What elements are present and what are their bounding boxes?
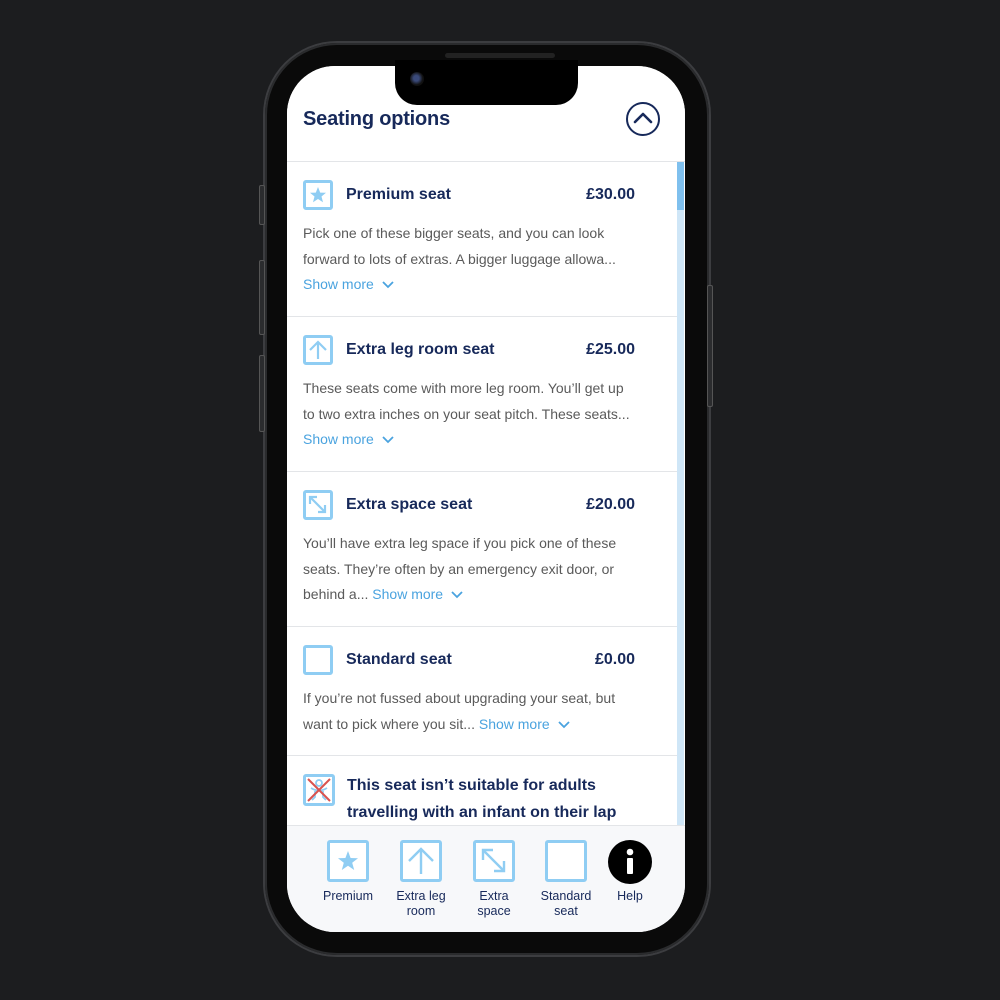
power-button: [707, 285, 713, 407]
show-more-link[interactable]: Show more: [303, 431, 394, 447]
seat-name: Extra space seat: [346, 496, 473, 513]
legend-label: Premium: [322, 889, 373, 903]
scrollbar-thumb[interactable]: [677, 162, 684, 210]
app-screen: Seating options Premium seat £30.00 Pick…: [287, 66, 685, 932]
star-icon: [303, 180, 333, 210]
help-button[interactable]: Help: [594, 840, 666, 904]
collapse-button[interactable]: [626, 102, 660, 136]
arrow-diagonal-icon: [303, 490, 333, 520]
warning-text: This seat isn’t suitable for adults trav…: [347, 777, 617, 821]
legend-label: Extra space: [477, 889, 511, 918]
seat-name: Standard seat: [346, 651, 452, 668]
arrow-up-icon: [400, 840, 442, 882]
legend-label: Help: [617, 889, 643, 903]
seat-price: £20.00: [586, 496, 635, 513]
star-icon: [327, 840, 369, 882]
show-more-link[interactable]: Show more: [372, 586, 463, 602]
chevron-down-icon: [451, 591, 463, 599]
legend-label: Extra leg room: [396, 889, 446, 918]
seat-price: £0.00: [594, 651, 635, 668]
seat-option-premium[interactable]: Premium seat £30.00 Pick one of these bi…: [287, 162, 677, 317]
chevron-up-icon: [633, 112, 653, 124]
page-title: Seating options: [303, 108, 451, 130]
arrow-up-icon: [303, 335, 333, 365]
seat-description: You’ll have extra leg space if you pick …: [303, 535, 617, 602]
seat-price: £30.00: [586, 186, 635, 203]
arrow-diagonal-icon: [473, 840, 515, 882]
seat-name: Premium seat: [346, 186, 451, 203]
seat-description: Pick one of these bigger seats, and you …: [303, 225, 616, 292]
seat-description: These seats come with more leg room. You…: [303, 380, 630, 447]
seat-option-standard[interactable]: Standard seat £0.00 If you’re not fussed…: [287, 627, 677, 756]
phone-speaker: [445, 53, 555, 58]
seat-option-extra-space[interactable]: Extra space seat £20.00 You’ll have extr…: [287, 472, 677, 627]
volume-down-button: [259, 355, 265, 432]
volume-up-button: [259, 260, 265, 335]
empty-seat-icon: [545, 840, 587, 882]
seat-option-extra-leg-room[interactable]: Extra leg room seat £25.00 These seats c…: [287, 317, 677, 472]
legend-label: Standard seat: [540, 889, 592, 918]
no-infant-icon: [303, 774, 335, 806]
show-more-link[interactable]: Show more: [479, 716, 570, 732]
chevron-down-icon: [382, 281, 394, 289]
scrollbar[interactable]: [677, 162, 684, 825]
legend-item-standard-seat: Standard seat: [530, 840, 602, 919]
info-icon: [608, 840, 652, 884]
front-camera: [410, 72, 424, 86]
legend-item-premium: Premium: [312, 840, 384, 904]
chevron-down-icon: [558, 721, 570, 729]
infant-warning: This seat isn’t suitable for adults trav…: [287, 756, 677, 825]
seat-options-list: Premium seat £30.00 Pick one of these bi…: [287, 162, 677, 825]
seat-name: Extra leg room seat: [346, 341, 495, 358]
seat-description: If you’re not fussed about upgrading you…: [303, 690, 616, 732]
seat-legend: Premium Extra leg room Extra space Stand…: [287, 825, 685, 932]
legend-item-extra-leg-room: Extra leg room: [385, 840, 457, 919]
chevron-down-icon: [382, 436, 394, 444]
empty-seat-icon: [303, 645, 333, 675]
mute-switch: [259, 185, 265, 225]
show-more-link[interactable]: Show more: [303, 276, 394, 292]
seat-price: £25.00: [586, 341, 635, 358]
legend-item-extra-space: Extra space: [458, 840, 530, 919]
